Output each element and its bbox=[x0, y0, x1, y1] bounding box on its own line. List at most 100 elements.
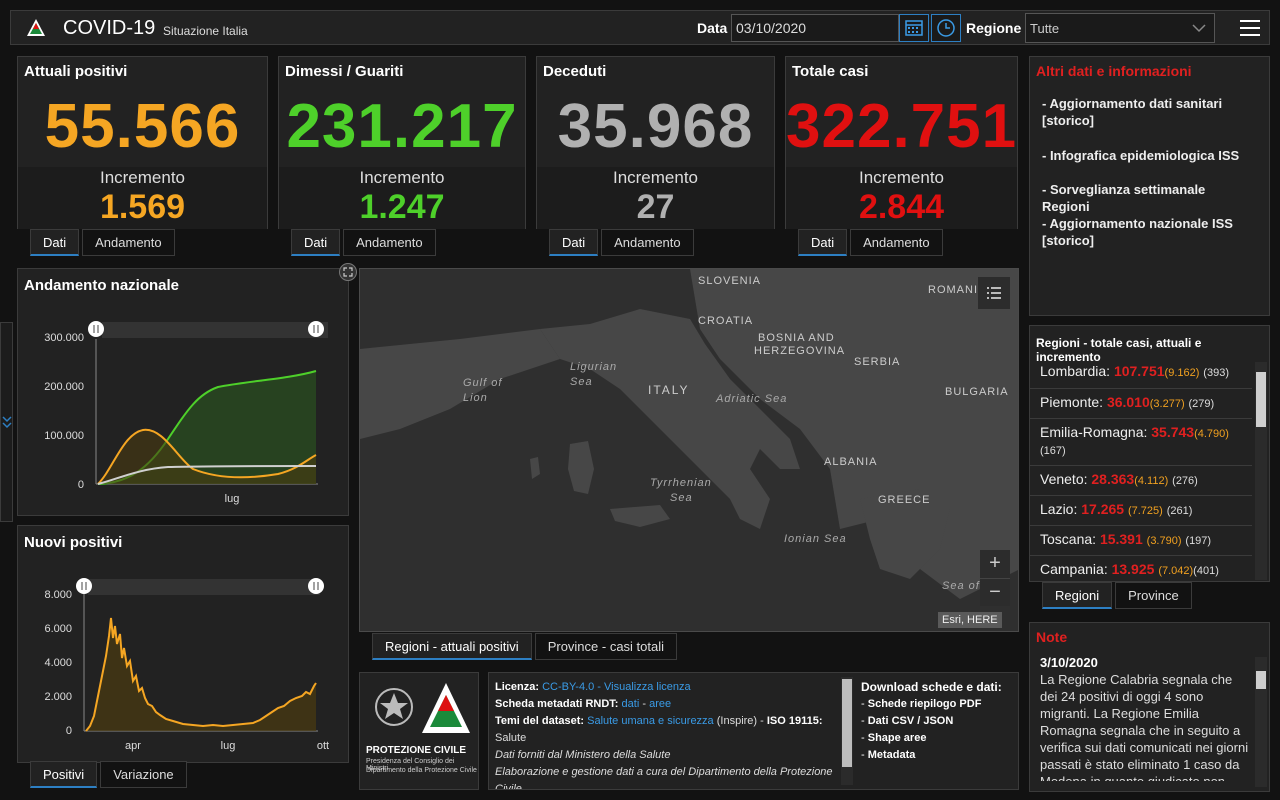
info-panel: Altri dati e informazioni - Aggiornament… bbox=[1029, 56, 1270, 316]
kpi-value: 231.217 bbox=[286, 92, 518, 161]
kpi-increment-label: Incremento bbox=[359, 168, 445, 187]
info-link-aggiornamento-iss[interactable]: - Aggiornamento nazionale ISS [storico] bbox=[1042, 215, 1252, 249]
side-panel-toggle[interactable] bbox=[0, 322, 13, 522]
note-scrollbar[interactable] bbox=[1255, 657, 1267, 787]
temi-salute: Salute bbox=[495, 732, 527, 744]
map-view[interactable]: SLOVENIA ROMANI CROATIA BOSNIA AND HERZE… bbox=[359, 268, 1019, 632]
map-label: GREECE bbox=[878, 494, 931, 506]
region-attuali: (3.277) bbox=[1149, 398, 1185, 410]
kpi-deceduti: Deceduti 35.968 Incremento 27 bbox=[536, 56, 775, 229]
region-name: Emilia-Romagna: bbox=[1040, 424, 1148, 440]
calendar-button[interactable] bbox=[899, 14, 929, 42]
list-icon bbox=[987, 287, 1001, 299]
kpi-title: Attuali positivi bbox=[24, 63, 128, 80]
region-name: Lazio: bbox=[1040, 501, 1078, 517]
range-handle-right[interactable] bbox=[308, 321, 324, 337]
legend-button[interactable] bbox=[978, 277, 1010, 309]
license-scrollbar[interactable] bbox=[841, 677, 853, 785]
region-total: 36.010 bbox=[1106, 394, 1150, 410]
map-label: Lion bbox=[463, 392, 488, 404]
x-tick: lug bbox=[225, 493, 240, 505]
fullscreen-button[interactable] bbox=[339, 263, 357, 281]
temi-link[interactable]: Salute umana e sicurezza bbox=[587, 715, 714, 727]
list-item: Toscana: 15.391 (3.790) (197) bbox=[1030, 526, 1252, 556]
regions-tabs: Regioni Province bbox=[1042, 582, 1195, 609]
zoom-in-button[interactable]: + bbox=[980, 550, 1010, 578]
range-slider-track[interactable] bbox=[102, 322, 328, 338]
tab-dati[interactable]: Dati bbox=[549, 229, 599, 256]
date-input[interactable] bbox=[731, 14, 899, 42]
info-link-infografica[interactable]: - Infografica epidemiologica ISS bbox=[1042, 147, 1252, 164]
map-basemap bbox=[360, 269, 1018, 631]
x-tick: lug bbox=[221, 740, 236, 752]
license-line: Licenza: CC-BY-4.0 - Visualizza licenza bbox=[495, 679, 835, 696]
kpi-increment-box: Incremento 27 bbox=[537, 167, 774, 229]
region-increment: (276) bbox=[1172, 475, 1198, 487]
download-shape-link[interactable]: Shape aree bbox=[868, 732, 927, 744]
map-label: BULGARIA bbox=[945, 386, 1009, 398]
region-name: Lombardia: bbox=[1040, 363, 1111, 379]
tab-variazione[interactable]: Variazione bbox=[100, 761, 187, 788]
metadata-dati-link[interactable]: dati bbox=[622, 698, 640, 710]
download-pdf-link[interactable]: Schede riepilogo PDF bbox=[868, 698, 982, 710]
license-value-link[interactable]: CC-BY-4.0 bbox=[542, 681, 594, 693]
map-label: ALBANIA bbox=[824, 456, 878, 468]
scrollbar-thumb[interactable] bbox=[1256, 372, 1266, 427]
metadata-aree-link[interactable]: aree bbox=[649, 698, 671, 710]
chevron-down-icon bbox=[1192, 24, 1206, 33]
zoom-out-button[interactable]: − bbox=[980, 578, 1010, 606]
kpi-dimessi-guariti: Dimessi / Guariti 231.217 Incremento 1.2… bbox=[278, 56, 526, 229]
list-item: Campania: 13.925 (7.042)(401) bbox=[1030, 556, 1252, 581]
tab-andamento[interactable]: Andamento bbox=[850, 229, 943, 256]
temi-line: Temi del dataset: Salute umana e sicurez… bbox=[495, 713, 835, 730]
kpi-attuali-positivi: Attuali positivi 55.566 Incremento 1.569 bbox=[17, 56, 268, 229]
clock-icon bbox=[937, 19, 955, 37]
region-total: 15.391 bbox=[1099, 531, 1143, 547]
time-button[interactable] bbox=[931, 14, 961, 42]
range-handle-left[interactable] bbox=[88, 321, 104, 337]
region-attuali: (7.042) bbox=[1158, 565, 1194, 577]
emblem-icon bbox=[375, 683, 470, 733]
region-attuali: (7.725) bbox=[1127, 505, 1163, 517]
region-attuali: (9.162) bbox=[1164, 367, 1200, 379]
tab-regioni-attuali-positivi[interactable]: Regioni - attuali positivi bbox=[372, 633, 532, 660]
view-license-link[interactable]: Visualizza licenza bbox=[604, 681, 691, 693]
note-text: La Regione Calabria segnala che dei 24 p… bbox=[1040, 672, 1249, 781]
range-handle-right[interactable] bbox=[308, 578, 324, 594]
expand-icon bbox=[2, 416, 12, 429]
tab-andamento[interactable]: Andamento bbox=[601, 229, 694, 256]
tab-province-casi-totali[interactable]: Province - casi totali bbox=[534, 633, 678, 660]
region-increment: (197) bbox=[1185, 535, 1212, 547]
info-link-aggiornamento-sanitari[interactable]: - Aggiornamento dati sanitari [storico] bbox=[1042, 95, 1252, 129]
kpi-increment-box: Incremento 1.247 bbox=[279, 167, 525, 229]
tab-dati[interactable]: Dati bbox=[30, 229, 80, 256]
tab-andamento[interactable]: Andamento bbox=[82, 229, 175, 256]
hamburger-menu-icon[interactable] bbox=[1239, 17, 1261, 39]
tab-andamento[interactable]: Andamento bbox=[343, 229, 436, 256]
range-slider-track[interactable] bbox=[88, 579, 320, 595]
license-panel: Licenza: CC-BY-4.0 - Visualizza licenza … bbox=[488, 672, 1019, 790]
map-tabs: Regioni - attuali positivi Province - ca… bbox=[372, 633, 680, 660]
map-label: Ligurian bbox=[570, 361, 618, 373]
y-tick: 2.000 bbox=[44, 691, 72, 703]
tab-positivi[interactable]: Positivi bbox=[30, 761, 98, 788]
tab-province[interactable]: Province bbox=[1115, 582, 1192, 609]
tab-dati[interactable]: Dati bbox=[798, 229, 848, 256]
download-metadata-link[interactable]: Metadata bbox=[868, 749, 916, 761]
scrollbar-thumb[interactable] bbox=[842, 679, 852, 767]
download-csv-link[interactable]: Dati CSV / JSON bbox=[868, 715, 954, 727]
regions-scrollbar[interactable] bbox=[1255, 362, 1267, 580]
kpi-increment-value: 27 bbox=[636, 188, 675, 226]
kpi-tabs-4: Dati Andamento bbox=[798, 229, 946, 256]
region-attuali: (4.112) bbox=[1134, 475, 1169, 487]
range-handle-left[interactable] bbox=[76, 578, 92, 594]
info-link-sorveglianza[interactable]: - Sorveglianza settimanale Regioni bbox=[1042, 181, 1252, 215]
scrollbar-thumb[interactable] bbox=[1256, 671, 1266, 689]
x-tick: apr bbox=[125, 740, 141, 752]
elaborazione-line: Elaborazione e gestione dati a cura del … bbox=[495, 766, 833, 790]
tab-dati[interactable]: Dati bbox=[291, 229, 341, 256]
iso-label: ISO 19115: bbox=[766, 715, 823, 727]
region-select[interactable]: Tutte bbox=[1025, 13, 1215, 43]
tab-regioni[interactable]: Regioni bbox=[1042, 582, 1113, 609]
download-section: Download schede e dati: - Schede riepilo… bbox=[861, 679, 1016, 764]
